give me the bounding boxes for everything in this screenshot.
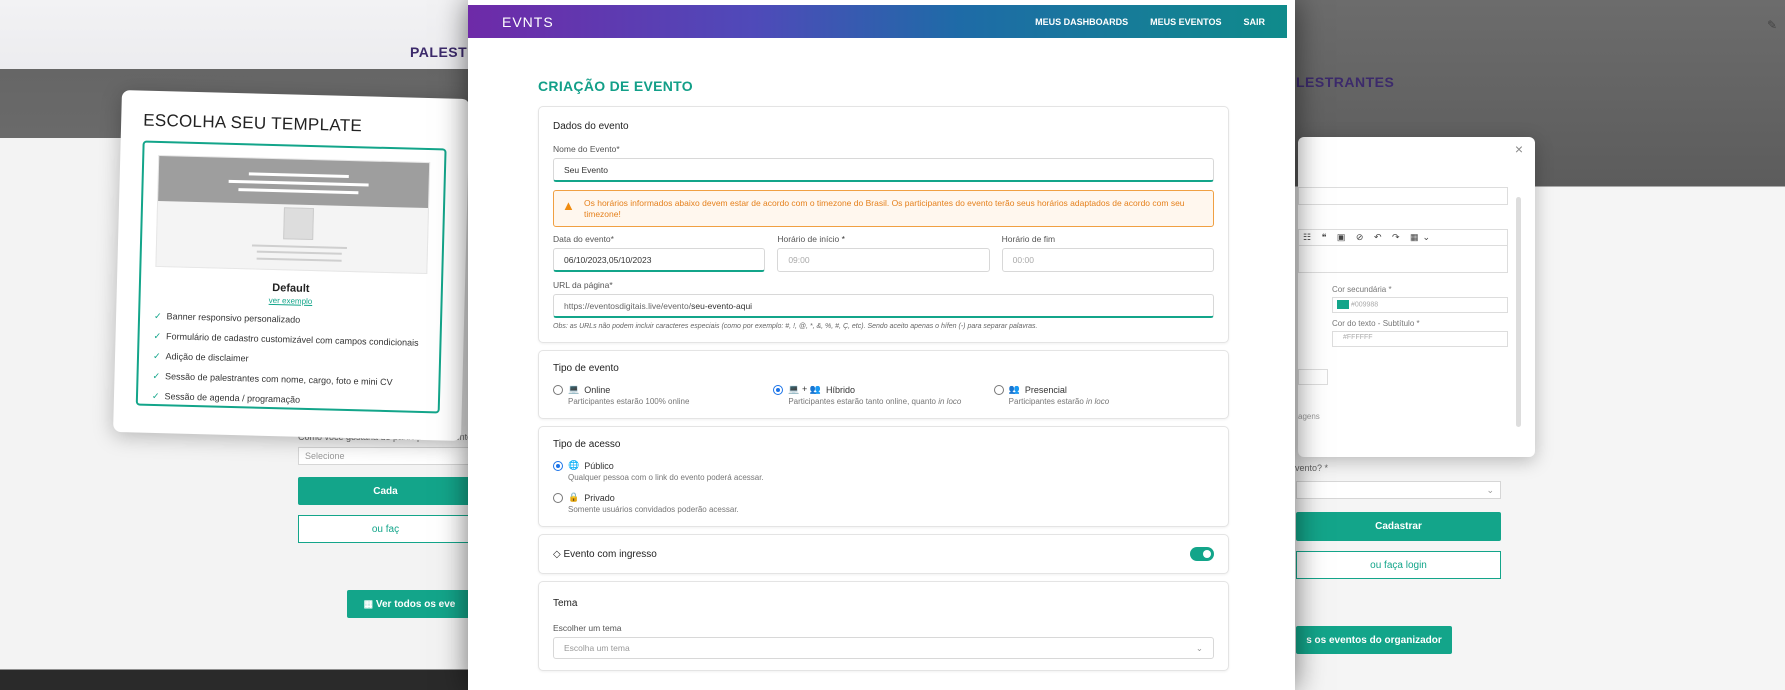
warning-icon: ▲ bbox=[562, 198, 575, 213]
nav-logout[interactable]: SAIR bbox=[1243, 17, 1265, 27]
event-creation-window: EVNTS MEUS DASHBOARDS MEUS EVENTOS SAIR … bbox=[468, 0, 1295, 690]
theme-title: Tema bbox=[553, 598, 578, 609]
radio-private[interactable] bbox=[553, 492, 563, 503]
radio-hybrid[interactable] bbox=[773, 384, 784, 395]
bg-view-all-button-right[interactable]: s os eventos do organizador bbox=[1296, 626, 1452, 654]
chevron-down-icon: ⌄ bbox=[1195, 642, 1203, 653]
event-name-label: Nome do Evento* bbox=[553, 144, 620, 154]
bg-event-select-right[interactable]: ⌄ bbox=[1296, 481, 1501, 499]
check-icon: ✓ bbox=[153, 330, 162, 342]
access-public[interactable]: 🌐 Público Qualquer pessoa com o link do e… bbox=[553, 460, 1214, 482]
template-feature: ✓ Formulário de cadastro customizável com… bbox=[153, 330, 419, 348]
laptop-people-icon: 💻 + 👥 bbox=[788, 384, 821, 394]
template-feature: ✓ Banner responsivo personalizado bbox=[153, 310, 301, 325]
bg-secondary-color-input[interactable]: #009988 bbox=[1332, 297, 1508, 313]
chevron-down-icon: ⌄ bbox=[1486, 485, 1494, 495]
end-time-label: Horário de fim bbox=[1001, 234, 1056, 244]
theme-label: Escolher um tema bbox=[553, 623, 622, 633]
bg-pages-text: agens bbox=[1298, 412, 1320, 421]
bg-login-button-right[interactable]: ou faça login bbox=[1296, 551, 1501, 579]
radio-public[interactable] bbox=[553, 460, 563, 471]
event-type-title: Tipo de evento bbox=[553, 363, 619, 374]
ticket-toggle[interactable] bbox=[1190, 547, 1214, 561]
editor-toolbar: ☷ ❝ ▣ ⊘ ↶ ↷ ▦⌄ bbox=[1299, 230, 1507, 246]
calendar-icon: ▦ bbox=[363, 598, 376, 610]
pencil-icon[interactable]: ✎ bbox=[1767, 18, 1777, 32]
nav-my-dashboards[interactable]: MEUS DASHBOARDS bbox=[1035, 17, 1128, 27]
bg-register-button-right[interactable]: Cadastrar bbox=[1296, 512, 1501, 541]
template-picker: ESCOLHA SEU TEMPLATE Default ver exemplo… bbox=[113, 90, 470, 441]
event-type-hybrid[interactable]: 💻 + 👥 Híbrido Participantes estarão tanto… bbox=[773, 384, 993, 406]
evnts-logo[interactable]: EVNTS bbox=[502, 14, 554, 30]
radio-in-person[interactable] bbox=[993, 384, 1004, 395]
event-date-label: Data do evento* bbox=[553, 234, 614, 244]
bg-view-all-button-left[interactable]: ▦ Ver todos os eve bbox=[347, 590, 472, 618]
people-icon: 👥 bbox=[1008, 384, 1020, 394]
timezone-alert: ▲ Os horários informados abaixo devem es… bbox=[553, 190, 1214, 227]
laptop-icon: 💻 bbox=[568, 384, 580, 394]
page-title: CRIAÇÃO DE EVENTO bbox=[538, 78, 693, 94]
page-url-label: URL da página* bbox=[553, 280, 613, 290]
ticket-icon: ◇ bbox=[553, 548, 561, 560]
bg-settings-modal: × ☷ ❝ ▣ ⊘ ↶ ↷ ▦⌄ Cor secundária * #00998… bbox=[1298, 137, 1535, 457]
template-feature: ✓ Sessão de palestrantes com nome, cargo,… bbox=[152, 370, 393, 388]
ticket-card: ◇ Evento com ingresso bbox=[538, 534, 1229, 574]
bg-login-button-left[interactable]: ou faç bbox=[298, 515, 473, 543]
start-time-label: Horário de início * bbox=[777, 234, 845, 244]
bg-event-label-right: evento? * bbox=[1290, 463, 1329, 473]
page-url-input[interactable]: https://eventosdigitais.live/evento/seu-… bbox=[553, 294, 1214, 318]
radio-online[interactable] bbox=[553, 384, 563, 395]
lock-icon: 🔒 bbox=[568, 492, 580, 502]
theme-select[interactable]: Escolha um tema ⌄ bbox=[553, 637, 1214, 659]
check-icon: ✓ bbox=[153, 310, 162, 322]
event-date-input[interactable]: 06/10/2023,05/10/2023 bbox=[553, 248, 766, 272]
event-data-card: Dados do evento Nome do Evento* Seu Even… bbox=[538, 106, 1229, 343]
color-swatch bbox=[1337, 300, 1349, 309]
close-icon[interactable]: × bbox=[1515, 141, 1523, 157]
event-name-input[interactable]: Seu Evento bbox=[553, 158, 1214, 182]
nav-my-events[interactable]: MEUS EVENTOS bbox=[1150, 17, 1221, 27]
event-type-in-person[interactable]: 👥 Presencial Participantes estarão in loc… bbox=[993, 384, 1214, 406]
bg-rich-editor[interactable]: ☷ ❝ ▣ ⊘ ↶ ↷ ▦⌄ bbox=[1298, 229, 1508, 273]
bg-text-color-label: Cor do texto - Subtítulo * bbox=[1332, 319, 1420, 328]
end-time-input[interactable]: 00:00 bbox=[1001, 248, 1214, 272]
check-icon: ✓ bbox=[151, 390, 160, 402]
globe-icon: 🌐 bbox=[568, 460, 580, 470]
access-private[interactable]: 🔒 Privado Somente usuários convidados pod… bbox=[553, 492, 1214, 514]
url-slug: seu-evento-aqui bbox=[691, 300, 753, 311]
theme-card: Tema Escolher um tema Escolha um tema ⌄ bbox=[538, 581, 1229, 671]
timezone-alert-text: Os horários informados abaixo devem esta… bbox=[584, 198, 1185, 219]
bg-text-color-input[interactable]: #FFFFFF bbox=[1332, 331, 1508, 347]
url-prefix: https://eventosdigitais.live/evento/ bbox=[564, 300, 692, 311]
event-type-online[interactable]: 💻 Online Participantes estarão 100% onlin… bbox=[553, 384, 773, 406]
url-hint: Obs: as URLs não podem incluir caractere… bbox=[553, 323, 1038, 330]
bg-register-button-left[interactable]: Cada bbox=[298, 477, 473, 505]
avatar-placeholder-icon bbox=[283, 207, 314, 241]
bg-modal-input[interactable] bbox=[1298, 187, 1508, 205]
bg-small-input[interactable] bbox=[1298, 369, 1328, 385]
ticket-label: ◇ Evento com ingresso bbox=[553, 548, 657, 560]
bg-participation-select[interactable]: Selecione bbox=[298, 447, 473, 465]
start-time-input[interactable]: 09:00 bbox=[777, 248, 990, 272]
template-feature: ✓ Adição de disclaimer bbox=[152, 350, 249, 364]
scrollbar[interactable] bbox=[1516, 197, 1521, 427]
template-feature: ✓ Sessão de agenda / programação bbox=[151, 390, 301, 405]
top-nav: EVNTS MEUS DASHBOARDS MEUS EVENTOS SAIR bbox=[468, 5, 1287, 38]
template-preview bbox=[155, 154, 431, 275]
access-type-title: Tipo de acesso bbox=[553, 439, 621, 450]
check-icon: ✓ bbox=[152, 370, 161, 382]
event-type-card: Tipo de evento 💻 Online Participantes est… bbox=[538, 350, 1229, 419]
access-type-card: Tipo de acesso 🌐 Público Qualquer pessoa … bbox=[538, 426, 1229, 527]
template-option-default[interactable]: Default ver exemplo ✓ Banner responsivo p… bbox=[135, 140, 447, 414]
bg-speakers-heading-right: LESTRANTES bbox=[1296, 74, 1395, 90]
bg-secondary-color-label: Cor secundária * bbox=[1332, 285, 1392, 294]
check-icon: ✓ bbox=[152, 350, 161, 362]
event-data-title: Dados do evento bbox=[553, 121, 629, 132]
bg-view-all-label-left: Ver todos os eve bbox=[375, 598, 456, 610]
template-picker-title: ESCOLHA SEU TEMPLATE bbox=[142, 110, 363, 136]
